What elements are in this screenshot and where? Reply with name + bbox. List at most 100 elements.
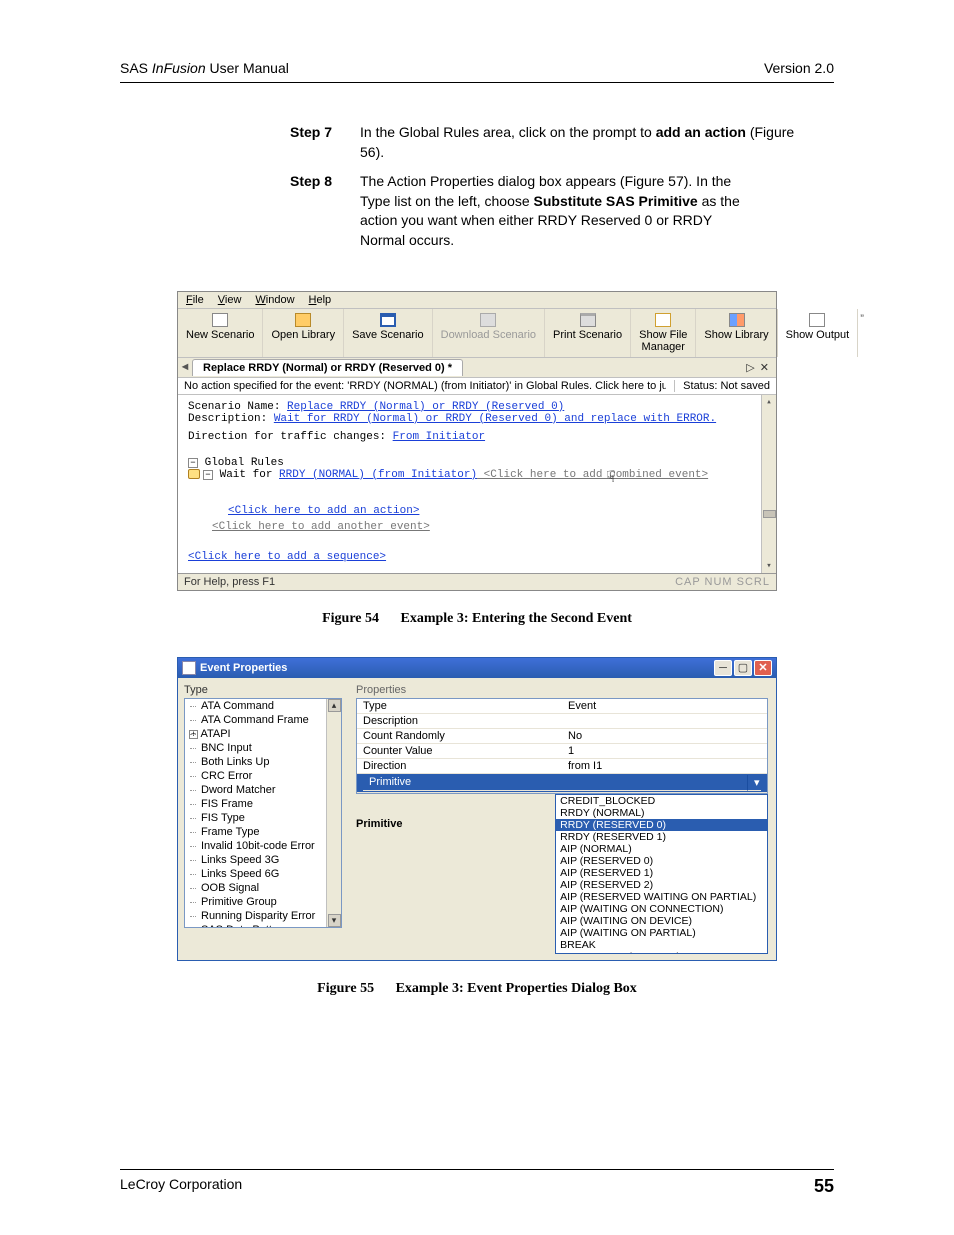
dropdown-option[interactable]: AIP (WAITING ON DEVICE) <box>556 915 767 927</box>
menu-window[interactable]: Window <box>255 294 294 306</box>
menu-file[interactable]: File <box>186 294 204 306</box>
dropdown-option[interactable]: CREDIT_BLOCKED <box>556 795 767 807</box>
type-tree-item[interactable]: Primitive Group <box>185 895 341 909</box>
add-action-link[interactable]: <Click here to add an action> <box>228 505 419 517</box>
type-tree-item[interactable]: SAS Data Pattern <box>185 923 341 928</box>
type-tree-item[interactable]: ATA Command Frame <box>185 713 341 727</box>
prop-value[interactable]: from I1 <box>562 759 767 774</box>
dropdown-arrow-icon[interactable]: ▾ <box>747 775 761 791</box>
btn-open-library[interactable]: Open Library <box>263 309 344 357</box>
prop-value[interactable]: No <box>562 729 767 744</box>
type-tree[interactable]: ATA CommandATA Command Frame+ ATAPIBNC I… <box>184 698 342 928</box>
type-tree-item[interactable]: Links Speed 3G <box>185 853 341 867</box>
event-link[interactable]: RRDY (NORMAL) (from Initiator) <box>279 469 477 481</box>
add-sequence-link[interactable]: <Click here to add a sequence> <box>188 551 386 563</box>
type-tree-item[interactable]: + ATAPI <box>185 727 341 741</box>
btn-show-file-manager[interactable]: Show FileManager <box>631 309 696 357</box>
properties-label: Properties <box>356 684 768 696</box>
field-description[interactable]: Wait for RRDY (Normal) or RRDY (Reserved… <box>274 413 716 425</box>
download-icon <box>480 313 496 327</box>
menu-view[interactable]: View <box>218 294 242 306</box>
collapse-icon[interactable]: − <box>203 470 213 480</box>
close-button[interactable]: ✕ <box>754 660 772 676</box>
btn-print-scenario[interactable]: Print Scenario <box>545 309 631 357</box>
primitive-dropdown[interactable]: CREDIT_BLOCKEDRRDY (NORMAL)RRDY (RESERVE… <box>555 794 768 954</box>
prop-value[interactable]: 1 <box>562 744 767 759</box>
dropdown-option[interactable]: RRDY (RESERVED 0) <box>556 819 767 831</box>
dropdown-option[interactable]: BROADCAST (CHANGE) <box>556 951 767 954</box>
tab-scroll-left-icon[interactable]: ◄ <box>178 361 192 373</box>
expand-icon: + <box>189 730 198 739</box>
btn-show-output[interactable]: Show Output <box>778 309 859 357</box>
figure54-caption: Figure 54 Example 3: Entering the Second… <box>120 611 834 627</box>
prop-key: Type <box>357 699 562 714</box>
dialog-titlebar[interactable]: Event Properties ─ ▢ ✕ <box>178 658 776 678</box>
type-tree-item[interactable]: OOB Signal <box>185 881 341 895</box>
step8-line2a: Type list on the left, choose <box>360 193 534 209</box>
print-icon <box>580 313 596 327</box>
dropdown-option[interactable]: AIP (RESERVED 2) <box>556 879 767 891</box>
type-tree-item[interactable]: FIS Type <box>185 811 341 825</box>
type-tree-item[interactable]: Links Speed 6G <box>185 867 341 881</box>
doc-version: Version 2.0 <box>764 60 834 76</box>
type-tree-item[interactable]: Both Links Up <box>185 755 341 769</box>
scroll-thumb[interactable] <box>763 510 776 518</box>
step8-label: Step 8 <box>290 172 360 250</box>
scenario-tab[interactable]: Replace RRDY (Normal) or RRDY (Reserved … <box>192 359 463 376</box>
dropdown-option[interactable]: AIP (NORMAL) <box>556 843 767 855</box>
type-tree-item[interactable]: Invalid 10bit-code Error <box>185 839 341 853</box>
dropdown-option[interactable]: AIP (WAITING ON PARTIAL) <box>556 927 767 939</box>
type-tree-item[interactable]: ATA Command <box>185 699 341 713</box>
properties-grid[interactable]: TypeEventDescriptionCount RandomlyNoCoun… <box>356 698 768 794</box>
page-number: 55 <box>814 1176 834 1197</box>
field-direction[interactable]: From Initiator <box>393 431 485 443</box>
properties-pane: Properties TypeEventDescriptionCount Ran… <box>348 678 776 960</box>
btn-out-label: Show Output <box>786 329 850 341</box>
add-combined-event-link[interactable]: <Click here to add combined event> <box>477 469 708 481</box>
validation-message[interactable]: No action specified for the event: 'RRDY… <box>184 380 666 392</box>
dropdown-option[interactable]: BREAK <box>556 939 767 951</box>
type-tree-item[interactable]: CRC Error <box>185 769 341 783</box>
run-controls[interactable]: ▷ ✕ <box>740 361 776 374</box>
menu-help[interactable]: Help <box>309 294 332 306</box>
minimize-button[interactable]: ─ <box>714 660 732 676</box>
steps-block: Step 7 In the Global Rules area, click o… <box>290 123 814 251</box>
step7-text-pre: In the Global Rules area, click on the p… <box>360 124 656 140</box>
prop-key: Direction <box>357 759 562 774</box>
scroll-down-icon[interactable]: ▾ <box>328 914 341 927</box>
prop-value[interactable]: Event <box>562 699 767 714</box>
add-event-link[interactable]: <Click here to add another event> <box>212 521 430 533</box>
figure55-caption: Figure 55 Example 3: Event Properties Di… <box>120 981 834 997</box>
scenario-editor: Scenario Name: Replace RRDY (Normal) or … <box>178 395 776 573</box>
dropdown-option[interactable]: AIP (RESERVED 1) <box>556 867 767 879</box>
dropdown-option[interactable]: RRDY (NORMAL) <box>556 807 767 819</box>
menu-bar[interactable]: File View Window Help <box>178 292 776 309</box>
scroll-up-icon[interactable]: ▴ <box>328 699 341 712</box>
dropdown-option[interactable]: AIP (WAITING ON CONNECTION) <box>556 903 767 915</box>
field-direction-label: Direction for traffic changes: <box>188 431 393 443</box>
collapse-icon[interactable]: − <box>188 458 198 468</box>
editor-scrollbar[interactable]: ▴ ▾ <box>761 395 776 573</box>
type-tree-item[interactable]: FIS Frame <box>185 797 341 811</box>
type-tree-item[interactable]: BNC Input <box>185 741 341 755</box>
btn-show-library[interactable]: Show Library <box>696 309 777 357</box>
field-scenario-name[interactable]: Replace RRDY (Normal) or RRDY (Reserved … <box>287 401 564 413</box>
tab-strip: ◄ Replace RRDY (Normal) or RRDY (Reserve… <box>178 358 776 378</box>
btn-save-scenario[interactable]: Save Scenario <box>344 309 433 357</box>
dropdown-option[interactable]: AIP (RESERVED WAITING ON PARTIAL) <box>556 891 767 903</box>
scroll-up-icon[interactable]: ▴ <box>766 395 771 409</box>
type-tree-item[interactable]: Running Disparity Error <box>185 909 341 923</box>
global-rules-node[interactable]: Global Rules <box>205 457 284 469</box>
toolbar-overflow[interactable]: ” <box>858 309 866 357</box>
btn-new-scenario[interactable]: New Scenario <box>178 309 263 357</box>
maximize-button[interactable]: ▢ <box>734 660 752 676</box>
prop-value[interactable] <box>562 714 767 729</box>
page-footer: LeCroy Corporation 55 <box>120 1169 834 1197</box>
file-manager-icon <box>655 313 671 327</box>
dropdown-option[interactable]: RRDY (RESERVED 1) <box>556 831 767 843</box>
type-tree-item[interactable]: Dword Matcher <box>185 783 341 797</box>
scroll-down-icon[interactable]: ▾ <box>766 559 771 573</box>
type-tree-item[interactable]: Frame Type <box>185 825 341 839</box>
dropdown-option[interactable]: AIP (RESERVED 0) <box>556 855 767 867</box>
tree-scrollbar[interactable]: ▴ ▾ <box>326 699 341 927</box>
